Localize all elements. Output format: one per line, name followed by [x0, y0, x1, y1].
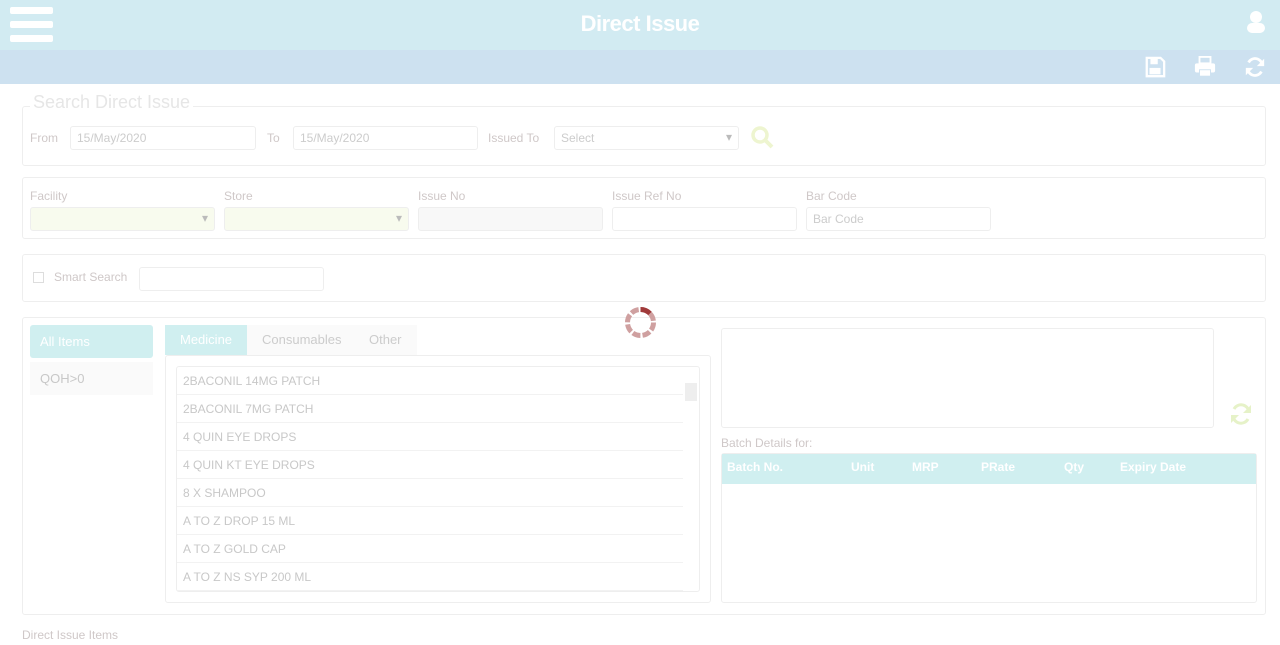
smart-search-input[interactable]	[139, 267, 324, 291]
scrollbar-thumb[interactable]	[685, 383, 697, 401]
issue-ref-no-input[interactable]	[612, 207, 797, 231]
direct-issue-items-heading: Direct Issue Items	[22, 628, 119, 642]
tab-medicine[interactable]: Medicine	[165, 325, 248, 355]
tab-other[interactable]: Other	[354, 325, 417, 355]
col-unit: Unit	[851, 460, 875, 474]
list-item[interactable]: 2BACONIL 7MG PATCH	[177, 395, 683, 423]
list-item[interactable]: A TO Z NS SYP 200 ML	[177, 563, 683, 591]
bar-code-input[interactable]: Bar Code	[806, 207, 991, 231]
filter-qoh[interactable]: QOH>0	[30, 362, 153, 395]
issued-to-select[interactable]: Select	[554, 126, 739, 150]
store-label: Store	[224, 189, 253, 203]
loading-spinner-icon	[625, 307, 656, 338]
col-prate: PRate	[981, 460, 1016, 474]
from-date-input[interactable]: 15/May/2020	[70, 126, 256, 150]
col-batch-no: Batch No.	[727, 460, 784, 474]
top-bar: Direct Issue	[0, 0, 1280, 50]
col-qty: Qty	[1064, 460, 1085, 474]
facility-label: Facility	[30, 189, 68, 203]
search-icon[interactable]	[750, 125, 774, 149]
smart-search-label: Smart Search	[54, 270, 128, 284]
from-label: From	[30, 131, 58, 145]
list-item[interactable]: 4 QUIN KT EYE DROPS	[177, 451, 683, 479]
search-legend: Search Direct Issue	[30, 92, 194, 113]
issue-no-label: Issue No	[418, 189, 466, 203]
list-item[interactable]: 8 X SHAMPOO	[177, 479, 683, 507]
item-list[interactable]: 2BACONIL 14MG PATCH 2BACONIL 7MG PATCH 4…	[176, 366, 700, 592]
toolbar	[0, 50, 1280, 84]
list-item[interactable]: 2BACONIL 14MG PATCH	[177, 367, 683, 395]
bar-code-label: Bar Code	[806, 189, 857, 203]
store-select[interactable]	[224, 207, 409, 231]
save-icon[interactable]	[1143, 56, 1167, 78]
smart-search-checkbox[interactable]	[33, 272, 44, 283]
list-item[interactable]: 4 QUIN EYE DROPS	[177, 423, 683, 451]
issue-ref-no-label: Issue Ref No	[612, 189, 682, 203]
filter-all-items[interactable]: All Items	[30, 325, 153, 358]
list-item[interactable]: A TO Z GOLD CAP	[177, 535, 683, 563]
to-date-input[interactable]: 15/May/2020	[293, 126, 478, 150]
refresh-batch-icon[interactable]	[1229, 402, 1253, 426]
batch-details-label: Batch Details for:	[721, 436, 813, 450]
print-icon[interactable]	[1193, 56, 1217, 78]
list-item[interactable]: A TO Z DROP 15 ML	[177, 507, 683, 535]
to-label: To	[267, 131, 280, 145]
col-mrp: MRP	[912, 460, 939, 474]
col-expiry-date: Expiry Date	[1120, 460, 1187, 474]
user-icon[interactable]	[1246, 10, 1266, 34]
item-detail-box	[721, 328, 1214, 428]
page-title: Direct Issue	[580, 11, 700, 36]
issue-no-input	[418, 207, 603, 231]
facility-select[interactable]	[30, 207, 215, 231]
issued-to-label: Issued To	[488, 131, 540, 145]
tab-consumables[interactable]: Consumables	[247, 325, 357, 355]
refresh-icon[interactable]	[1243, 56, 1267, 78]
